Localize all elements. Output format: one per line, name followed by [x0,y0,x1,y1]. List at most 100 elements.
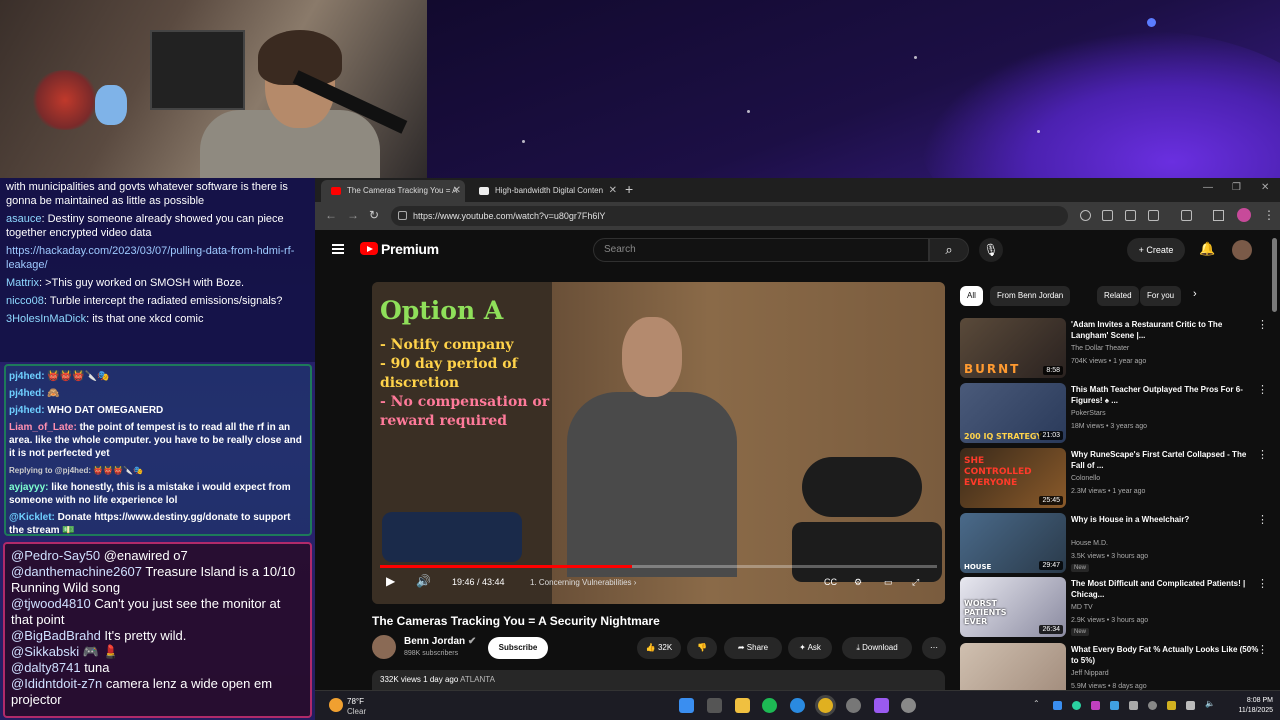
rec-thumbnail[interactable]: SHE CONTROLLED EVERYONE 25:45 [960,448,1066,508]
captions-icon[interactable]: CC [824,577,837,587]
channel-name[interactable]: Benn Jordan ✔ [404,636,476,647]
notifications-bell-icon[interactable]: 🔔 [1199,241,1215,257]
more-vert-icon[interactable]: ⋮ [1257,448,1268,461]
forward-icon[interactable]: → [347,208,359,222]
rec-channel[interactable]: The Dollar Theater [1071,345,1129,352]
more-vert-icon[interactable]: ⋮ [1257,577,1268,590]
download-button[interactable]: ⤓ Download [842,637,912,659]
like-button[interactable]: 👍 32K [637,637,681,659]
windows-start-icon[interactable] [679,698,694,713]
chevron-right-icon[interactable]: › [1193,288,1197,300]
chat-link[interactable]: https://hackaday.com/2023/03/07/pulling-… [6,244,309,272]
tray-app-icon[interactable] [1053,701,1062,710]
channel-avatar[interactable] [372,635,396,659]
recommendation[interactable]: HOUSE 29:47 Why is House in a Wheelchair?… [960,513,1270,573]
chapter-button[interactable]: 1. Concerning Vulnerabilities › [530,578,636,587]
cast-icon[interactable] [1181,210,1192,221]
chip-related[interactable]: Related [1097,286,1139,306]
fullscreen-icon[interactable]: ⤢ [912,577,919,588]
chrome-icon[interactable] [818,698,833,713]
lens-icon[interactable] [1080,210,1091,221]
dislike-button[interactable]: 👎 [687,637,717,659]
progress-bar[interactable] [380,565,937,568]
display-icon[interactable] [1186,701,1195,710]
minimize-icon[interactable]: — [1203,182,1213,193]
account-avatar[interactable] [1232,240,1252,260]
play-icon[interactable]: ▶ [386,574,395,588]
rec-thumbnail[interactable] [960,643,1066,690]
chip-from-channel[interactable]: From Benn Jordan [990,286,1071,306]
tray-app-icon[interactable] [1167,701,1176,710]
tab-wikipedia[interactable]: High-bandwidth Digital Conten ✕ [469,180,621,202]
tab-youtube[interactable]: The Cameras Tracking You = A ✕ [321,180,465,202]
hamburger-menu-icon[interactable] [332,244,344,246]
rec-channel[interactable]: MD TV [1071,604,1093,611]
volume-tray-icon[interactable]: 🔈 [1205,699,1215,708]
rec-title[interactable]: 'Adam Invites a Restaurant Critic to The… [1071,319,1261,341]
close-tab-icon[interactable]: ✕ [609,180,617,202]
scrollbar-thumb[interactable] [1272,238,1277,312]
rec-channel[interactable]: Jeff Nippard [1071,670,1109,677]
close-window-icon[interactable]: ✕ [1261,182,1269,193]
back-icon[interactable]: ← [325,208,337,222]
rec-channel[interactable]: PokerStars [1071,410,1106,417]
recommendation[interactable]: 200 IQ STRATEGY 21:03 This Math Teacher O… [960,383,1270,443]
new-tab-icon[interactable]: + [625,181,633,197]
theater-mode-icon[interactable]: ▭ [884,577,893,588]
site-info-icon[interactable] [398,211,407,220]
create-button[interactable]: + Create [1127,238,1185,262]
more-vert-icon[interactable]: ⋮ [1257,383,1268,396]
youtube-logo-icon[interactable] [360,242,378,255]
recommendation[interactable]: BURNT 8:58 'Adam Invites a Restaurant Cri… [960,318,1270,378]
edge-icon[interactable] [790,698,805,713]
more-vert-icon[interactable]: ⋮ [1257,513,1268,526]
share-button[interactable]: ➦ Share [724,637,782,659]
puzzle-icon[interactable] [1148,210,1159,221]
more-vert-icon[interactable]: ⋮ [1257,318,1268,331]
app-icon[interactable] [846,698,861,713]
reload-icon[interactable]: ↻ [369,208,379,222]
more-vert-icon[interactable]: ⋮ [1257,643,1268,656]
volume-icon[interactable]: 🔊 [416,574,431,588]
file-explorer-icon[interactable] [735,698,750,713]
profile-avatar[interactable] [1237,208,1251,222]
spotify-icon[interactable] [762,698,777,713]
close-tab-icon[interactable]: ✕ [453,180,461,202]
rec-title[interactable]: Why RuneScape's First Cartel Collapsed -… [1071,449,1261,471]
rec-thumbnail[interactable]: 200 IQ STRATEGY 21:03 [960,383,1066,443]
tray-app-icon[interactable] [1148,701,1157,710]
rec-thumbnail[interactable]: WORST PATIENTS EVER 26:34 [960,577,1066,637]
youtube-premium-label[interactable]: Premium [381,241,439,257]
search-input[interactable]: Search [593,238,929,262]
subscribe-button[interactable]: Subscribe [488,637,548,659]
recommendation[interactable]: What Every Body Fat % Actually Looks Lik… [960,643,1270,690]
more-vert-icon[interactable]: ⋮ [1263,208,1275,222]
settings-gear-icon[interactable]: ⚙ [854,577,862,588]
rec-thumbnail[interactable]: BURNT 8:58 [960,318,1066,378]
video-player[interactable]: Option A - Notify company - 90 day perio… [372,282,945,604]
app-purple-icon[interactable] [874,698,889,713]
maximize-icon[interactable]: ❐ [1232,182,1241,193]
scrollbar[interactable] [1272,230,1278,690]
system-clock[interactable]: 8:08 PM 11/18/2025 [1223,696,1273,716]
ask-button[interactable]: ✦ Ask [788,637,832,659]
tray-app-icon[interactable] [1091,701,1100,710]
voice-search-button[interactable]: 🎙 [979,238,1003,262]
chip-for-you[interactable]: For you [1140,286,1182,306]
rec-title[interactable]: What Every Body Fat % Actually Looks Lik… [1071,644,1261,666]
description-box[interactable]: 332K views 1 day ago ATLANTA [372,670,945,690]
task-view-icon[interactable] [707,698,722,713]
search-button[interactable]: ⌕ [929,238,969,262]
rec-title[interactable]: Why is House in a Wheelchair? [1071,514,1261,525]
rec-thumbnail[interactable]: HOUSE 29:47 [960,513,1066,573]
tray-app-icon[interactable] [1072,701,1081,710]
tray-app-icon[interactable] [1110,701,1119,710]
tray-app-icon[interactable] [1129,701,1138,710]
rec-channel[interactable]: Colonello [1071,475,1100,482]
delete-icon[interactable] [1102,210,1113,221]
recommendation[interactable]: WORST PATIENTS EVER 26:34 The Most Diffic… [960,577,1270,637]
extension-hd-icon[interactable] [1125,210,1136,221]
recommendation[interactable]: SHE CONTROLLED EVERYONE 25:45 Why RuneSca… [960,448,1270,508]
settings-icon[interactable] [901,698,916,713]
rec-title[interactable]: The Most Difficult and Complicated Patie… [1071,578,1261,600]
